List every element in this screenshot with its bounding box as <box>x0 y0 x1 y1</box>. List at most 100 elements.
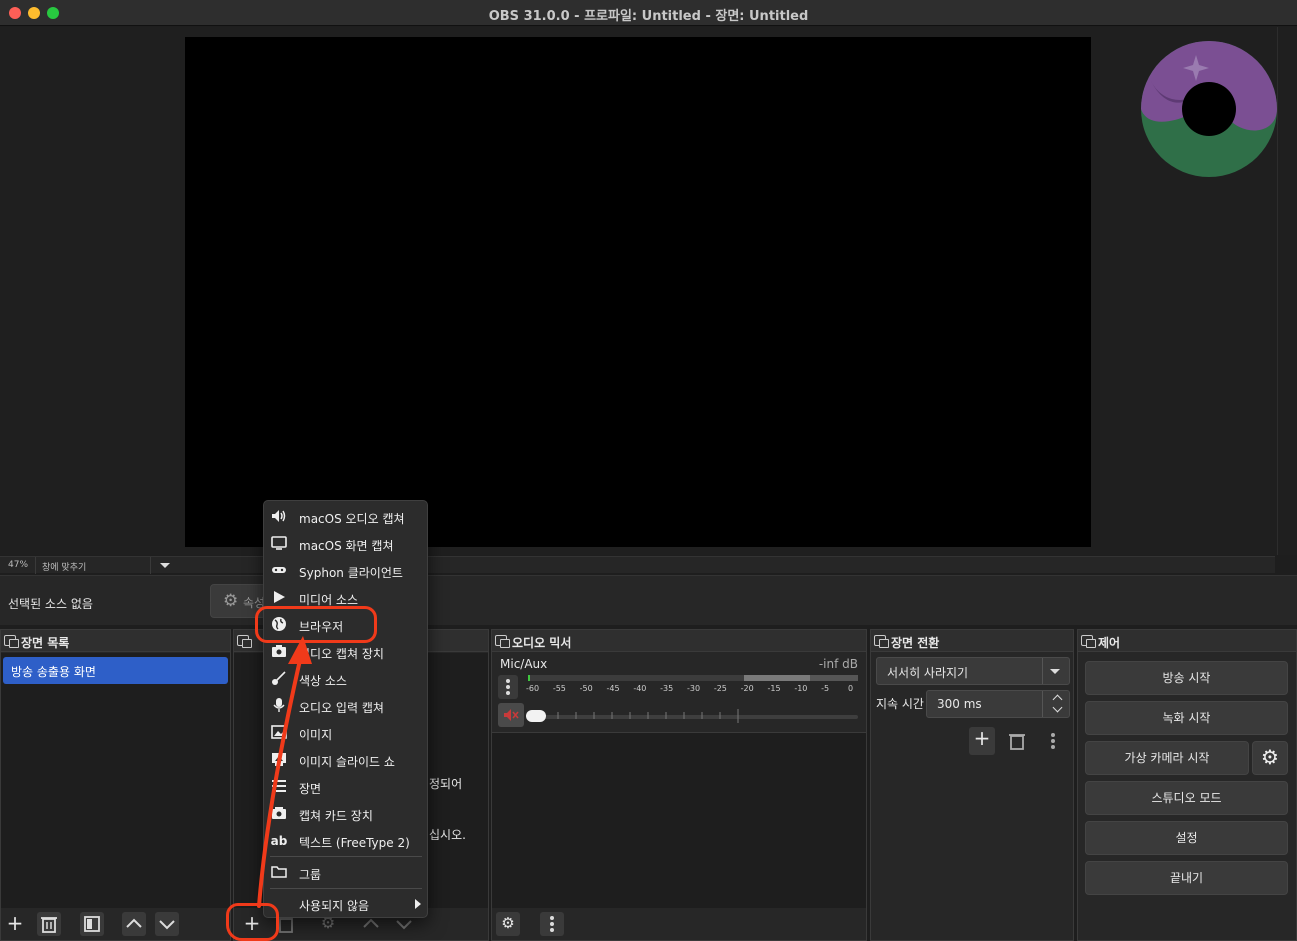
slideshow-icon <box>270 751 288 769</box>
mixer-track: Mic/Aux -inf dB -60 -55 -50 -45 -40 -35 -30 -25… <box>492 653 866 733</box>
scene-filters-icon[interactable] <box>80 912 104 936</box>
menu-item-label: 이미지 슬라이드 쇼 <box>299 755 395 769</box>
menu-item-label: 이미지 <box>299 728 333 742</box>
dock-float-icon[interactable] <box>495 635 510 648</box>
add-scene-icon[interactable]: + <box>3 912 27 936</box>
scenes-dock-header[interactable]: 장면 목록 <box>1 630 230 652</box>
menu-item-label: 장면 <box>299 782 322 796</box>
menu-item-label: 오디오 입력 캡쳐 <box>299 701 384 715</box>
track-menu-button[interactable] <box>498 675 518 699</box>
preview-canvas[interactable] <box>185 37 1091 547</box>
mixer-body: Mic/Aux -inf dB -60 -55 -50 -45 -40 -35 -30 -25… <box>492 653 866 908</box>
scene-list[interactable]: 방송 송출용 화면 <box>1 653 230 908</box>
fader-ticks <box>557 709 739 723</box>
text-icon: ab <box>270 834 288 848</box>
menu-item-monitor[interactable]: macOS 화면 캡쳐 <box>264 530 429 557</box>
virtual-camera-settings-button[interactable]: ⚙ <box>1252 741 1288 775</box>
menu-item-label: 색상 소스 <box>299 674 347 688</box>
move-scene-down-icon[interactable] <box>155 912 179 936</box>
window-title: OBS 31.0.0 - 프로파일: Untitled - 장면: Untitl… <box>488 9 809 24</box>
exit-button[interactable]: 끝내기 <box>1085 861 1288 895</box>
scene-transitions-dock: 장면 전환 서서히 사라지기 지속 시간 300 ms + <box>870 629 1074 941</box>
start-recording-button[interactable]: 녹화 시작 <box>1085 701 1288 735</box>
menu-item-microphone[interactable]: 오디오 입력 캡쳐 <box>264 692 429 719</box>
audio-mixer-header[interactable]: 오디오 믹서 <box>492 630 866 652</box>
scene-item[interactable]: 방송 송출용 화면 <box>3 657 228 684</box>
menu-item-label: Syphon 클라이언트 <box>299 566 403 580</box>
menu-item-text[interactable]: ab 텍스트 (FreeType 2) <box>264 827 429 854</box>
menu-item-label: macOS 화면 캡쳐 <box>299 539 394 553</box>
preview-area[interactable] <box>0 27 1297 555</box>
menu-item-list[interactable]: 장면 <box>264 773 429 800</box>
add-source-menu: macOS 오디오 캡쳐 macOS 화면 캡쳐 Syphon 클라이언트 미디어 소… <box>263 500 428 918</box>
zoom-fit-mode[interactable]: 창에 맞추기 <box>42 560 86 573</box>
obs-logo-icon <box>1141 41 1277 177</box>
zoom-level: 47% <box>8 560 29 570</box>
mixer-settings-gear-icon[interactable]: ⚙ <box>496 912 520 936</box>
transition-select[interactable]: 서서히 사라지기 <box>876 657 1070 685</box>
meter-scale-label: -30 <box>687 684 701 693</box>
capture-card-icon <box>270 805 288 823</box>
menu-item-label: macOS 오디오 캡쳐 <box>299 512 405 526</box>
transitions-header[interactable]: 장면 전환 <box>871 630 1073 652</box>
track-level: -inf dB <box>818 657 858 671</box>
menu-item-slideshow[interactable]: 이미지 슬라이드 쇼 <box>264 746 429 773</box>
move-scene-up-icon[interactable] <box>122 912 146 936</box>
dock-float-icon[interactable] <box>4 635 19 648</box>
add-transition-icon[interactable]: + <box>969 727 995 755</box>
meter-scale-label: -50 <box>579 684 593 693</box>
microphone-icon <box>270 697 288 715</box>
menu-item-brush[interactable]: 색상 소스 <box>264 665 429 692</box>
studio-mode-button[interactable]: 스튜디오 모드 <box>1085 781 1288 815</box>
monitor-icon <box>270 535 288 553</box>
meter-scale-label: -45 <box>606 684 620 693</box>
transition-menu-icon[interactable] <box>1041 729 1065 753</box>
menu-item-group[interactable]: 그룹 <box>264 859 429 886</box>
sources-hint-text: 십시오. <box>429 828 466 842</box>
browser-highlight-annotation <box>255 606 377 643</box>
controls-body: 방송 시작 녹화 시작 가상 카메라 시작 ⚙ 스튜디오 모드 설정 끝내기 <box>1078 653 1296 940</box>
remove-transition-icon[interactable] <box>1005 729 1029 753</box>
settings-button[interactable]: 설정 <box>1085 821 1288 855</box>
menu-item-gamepad[interactable]: Syphon 클라이언트 <box>264 557 429 584</box>
dock-float-icon[interactable] <box>1081 635 1096 648</box>
zoom-dropdown-icon[interactable] <box>160 563 170 568</box>
dock-float-icon[interactable] <box>874 635 889 648</box>
scenes-footer: + <box>1 908 230 940</box>
audio-mixer-dock: 오디오 믹서 Mic/Aux -inf dB -60 -55 -50 -45 -40 -3… <box>491 629 867 941</box>
mute-button[interactable] <box>498 703 524 727</box>
start-streaming-button[interactable]: 방송 시작 <box>1085 661 1288 695</box>
sources-hint-text: 정되어 <box>429 777 463 791</box>
controls-header[interactable]: 제어 <box>1078 630 1296 652</box>
controls-dock: 제어 방송 시작 녹화 시작 가상 카메라 시작 ⚙ 스튜디오 모드 설정 끝내… <box>1077 629 1297 941</box>
meter-scale: -60 -55 -50 -45 -40 -35 -30 -25 -20 -15 -10 -5 0 <box>526 684 856 696</box>
meter-scale-label: -20 <box>740 684 754 693</box>
volume-fader-handle[interactable] <box>526 710 546 722</box>
dock-float-icon[interactable] <box>237 635 252 648</box>
meter-scale-label: -40 <box>633 684 647 693</box>
source-toolbar: 선택된 소스 없음 ⚙ 속성 <box>0 575 1297 625</box>
meter-scale-label: -15 <box>767 684 781 693</box>
menu-item-image[interactable]: 이미지 <box>264 719 429 746</box>
menu-item-label: 텍스트 (FreeType 2) <box>299 836 410 850</box>
volume-meter <box>528 675 858 681</box>
image-icon <box>270 724 288 742</box>
meter-scale-label: -5 <box>821 684 830 693</box>
brush-icon <box>270 670 288 688</box>
list-icon <box>270 778 288 796</box>
gear-icon: ⚙ <box>1261 745 1279 769</box>
preview-scrollbar[interactable] <box>1277 27 1293 555</box>
menu-item-capture-card[interactable]: 캡쳐 카드 장치 <box>264 800 429 827</box>
duration-spinbox[interactable]: 300 ms <box>926 690 1070 718</box>
gear-icon: ⚙ <box>223 591 239 611</box>
add-source-highlight-annotation <box>226 903 279 941</box>
spin-down-icon[interactable] <box>1052 702 1063 713</box>
start-virtual-camera-button[interactable]: 가상 카메라 시작 <box>1085 741 1249 775</box>
meter-scale-label: 0 <box>848 684 854 693</box>
no-source-label: 선택된 소스 없음 <box>8 597 93 611</box>
menu-item-speaker[interactable]: macOS 오디오 캡쳐 <box>264 503 429 530</box>
remove-scene-icon[interactable] <box>37 912 61 936</box>
menu-item-deprecated[interactable]: 사용되지 않음 <box>264 890 429 917</box>
speaker-icon <box>270 508 288 526</box>
mixer-menu-icon[interactable] <box>540 912 564 936</box>
